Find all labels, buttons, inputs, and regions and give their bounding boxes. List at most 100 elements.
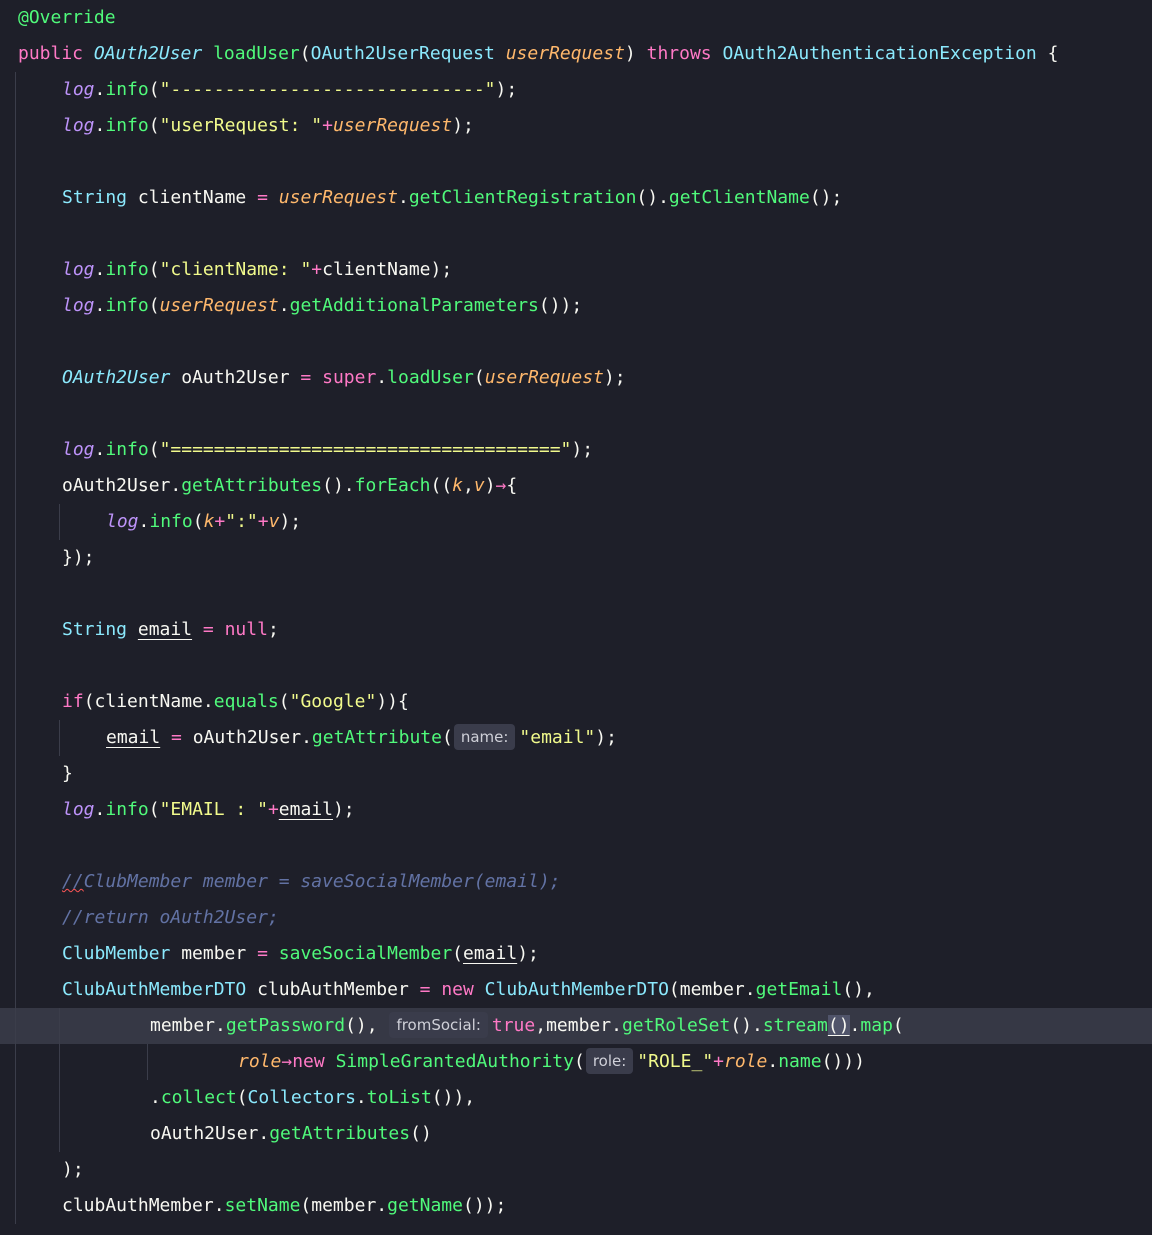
- code-token: @Override: [18, 7, 116, 28]
- code-line[interactable]: public OAuth2User loadUser(OAuth2UserReq…: [0, 36, 1152, 72]
- indent-guide: [15, 720, 16, 756]
- code-line[interactable]: [0, 648, 1152, 684]
- code-line[interactable]: [0, 216, 1152, 252]
- code-token: =: [300, 367, 312, 388]
- code-line[interactable]: oAuth2User.getAttributes(): [0, 1116, 1152, 1152]
- code-token: stream: [762, 1015, 828, 1036]
- code-token: true: [491, 1015, 536, 1036]
- indent-guide: [15, 288, 16, 324]
- code-line[interactable]: role→new SimpleGrantedAuthority(role: "RO…: [0, 1044, 1152, 1080]
- code-line[interactable]: if(clientName.equals("Google")){: [0, 684, 1152, 720]
- code-line[interactable]: log.info(userRequest.getAdditionalParame…: [0, 288, 1152, 324]
- code-token: k: [203, 511, 215, 532]
- code-token: .: [397, 187, 409, 208]
- code-line[interactable]: });: [0, 540, 1152, 576]
- code-token: });: [62, 547, 95, 568]
- code-token: clientName);: [322, 259, 453, 280]
- code-line-current[interactable]: member.getPassword(), fromSocial: true,me…: [0, 1008, 1152, 1044]
- code-token: );: [62, 1159, 84, 1180]
- indent-guide: [59, 504, 60, 540]
- code-token: );: [595, 727, 617, 748]
- code-token: name: [778, 1051, 822, 1072]
- code-token: ":": [225, 511, 258, 532]
- code-token: ().: [322, 475, 355, 496]
- code-token: (: [892, 1015, 904, 1036]
- code-token: ().: [730, 1015, 763, 1036]
- code-token: .: [278, 295, 290, 316]
- code-line[interactable]: oAuth2User.getAttributes().forEach((k,v)…: [0, 468, 1152, 504]
- indent-guide: [15, 504, 16, 540]
- code-token: (: [148, 115, 160, 136]
- code-token: getClientName: [668, 187, 810, 208]
- indent-guide: [59, 720, 60, 756]
- code-token: //return oAuth2User;: [62, 907, 279, 928]
- code-token: info: [105, 115, 149, 136]
- code-line[interactable]: [0, 324, 1152, 360]
- code-token: (: [278, 691, 290, 712]
- code-token: .: [376, 367, 388, 388]
- code-line[interactable]: clubAuthMember.setName(member.getName())…: [0, 1188, 1152, 1224]
- code-line[interactable]: log.info("EMAIL : "+email);: [0, 792, 1152, 828]
- code-line[interactable]: ClubAuthMemberDTO clubAuthMember = new C…: [0, 972, 1152, 1008]
- code-token: clientName: [127, 187, 258, 208]
- code-token: log: [106, 511, 139, 532]
- indent-guide: [15, 360, 16, 396]
- indent-guide: [15, 1188, 16, 1224]
- code-token: getAttributes: [269, 1123, 411, 1144]
- code-token: log: [62, 115, 95, 136]
- code-line[interactable]: @Override: [0, 0, 1152, 36]
- code-token: "email": [519, 727, 596, 748]
- code-line[interactable]: log.info("==============================…: [0, 432, 1152, 468]
- code-line[interactable]: OAuth2User oAuth2User = super.loadUser(u…: [0, 360, 1152, 396]
- code-token: ())): [821, 1051, 865, 1072]
- code-token: oAuth2User.: [150, 1123, 270, 1144]
- code-line[interactable]: //return oAuth2User;: [0, 900, 1152, 936]
- indent-guide: [15, 936, 16, 972]
- indent-guide: [15, 108, 16, 144]
- code-token: .: [94, 259, 106, 280]
- code-token: );: [517, 943, 539, 964]
- code-token: →: [495, 475, 507, 496]
- code-token: =: [202, 619, 214, 640]
- code-token: (: [473, 367, 485, 388]
- code-token: oAuth2User: [170, 367, 301, 388]
- code-line[interactable]: [0, 828, 1152, 864]
- code-line[interactable]: [0, 144, 1152, 180]
- code-line[interactable]: log.info(k+":"+v);: [0, 504, 1152, 540]
- code-line[interactable]: log.info("-----------------------------"…: [0, 72, 1152, 108]
- code-line[interactable]: .collect(Collectors.toList()),: [0, 1080, 1152, 1116]
- indent-guide: [15, 864, 16, 900]
- code-token: (: [148, 799, 160, 820]
- code-editor[interactable]: @Override public OAuth2User loadUser(OAut…: [0, 0, 1152, 1235]
- code-token: map: [860, 1015, 893, 1036]
- code-line[interactable]: log.info("clientName: "+clientName);: [0, 252, 1152, 288]
- code-token: String: [62, 619, 128, 640]
- indent-guide: [59, 1080, 60, 1116]
- code-line[interactable]: String clientName = userRequest.getClien…: [0, 180, 1152, 216]
- code-token: (): [827, 1015, 850, 1036]
- code-token: oAuth2User.: [62, 475, 182, 496]
- code-line[interactable]: [0, 576, 1152, 612]
- code-line[interactable]: String email = null;: [0, 612, 1152, 648]
- code-line[interactable]: log.info("userRequest: "+userRequest);: [0, 108, 1152, 144]
- code-line[interactable]: email = oAuth2User.getAttribute(name: "em…: [0, 720, 1152, 756]
- code-token: email: [278, 799, 333, 820]
- code-token: );: [571, 439, 594, 460]
- code-token: +: [214, 511, 226, 532]
- code-line[interactable]: }: [0, 756, 1152, 792]
- code-token: k: [452, 475, 464, 496]
- code-line[interactable]: );: [0, 1152, 1152, 1188]
- code-line[interactable]: //ClubMember member = saveSocialMember(e…: [0, 864, 1152, 900]
- code-token: v: [473, 475, 485, 496]
- indent-guide: [15, 900, 16, 936]
- code-token: +: [311, 259, 323, 280]
- code-line[interactable]: [0, 396, 1152, 432]
- code-line[interactable]: ClubMember member = saveSocialMember(ema…: [0, 936, 1152, 972]
- code-token: log: [62, 295, 95, 316]
- code-token: =: [419, 979, 431, 1000]
- code-token: (: [236, 1087, 248, 1108]
- code-token: getAdditionalParameters: [289, 295, 539, 316]
